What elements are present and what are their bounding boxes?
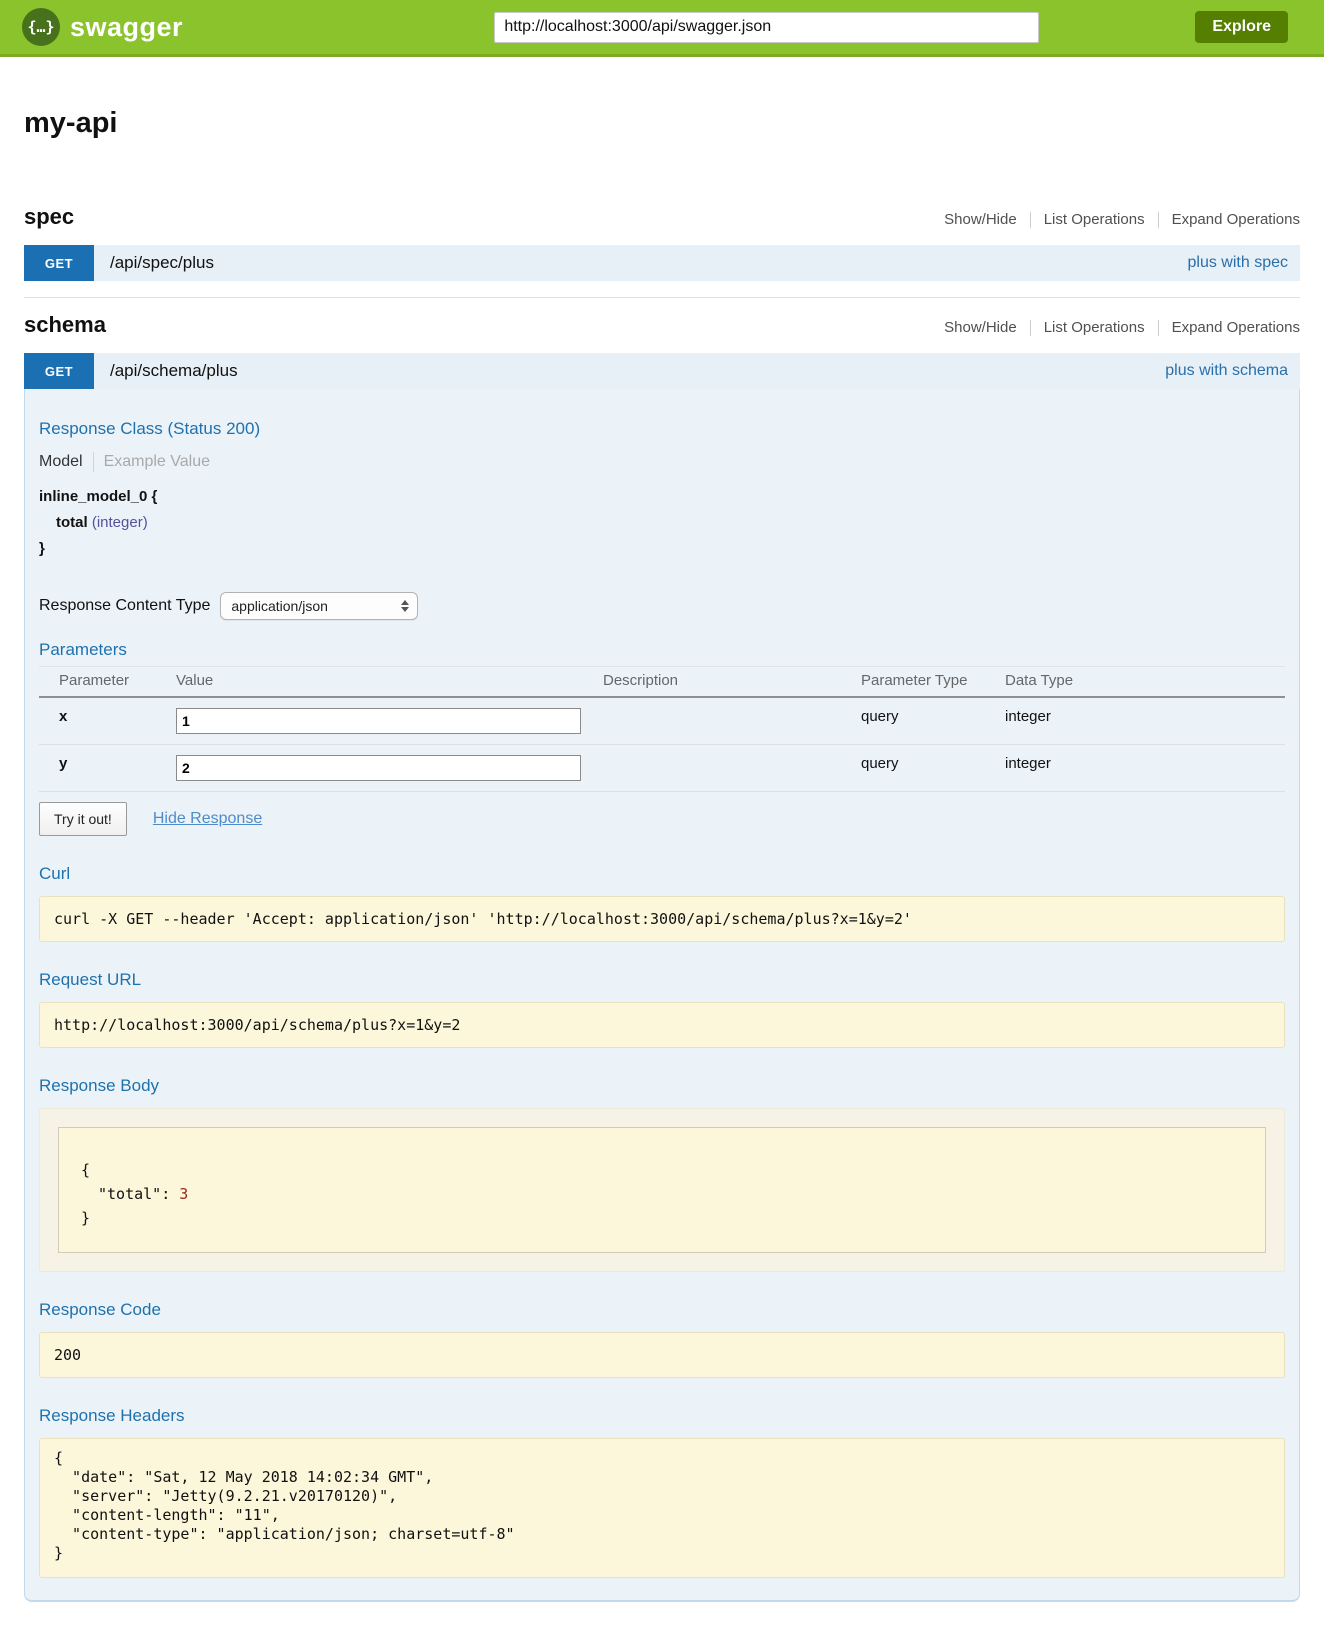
response-content-type-row: Response Content Type application/json: [39, 592, 1285, 620]
endpoint-summary-link[interactable]: plus with spec: [1188, 254, 1289, 272]
parameters-table: Parameter Value Description Parameter Ty…: [39, 666, 1285, 792]
tab-model[interactable]: Model: [39, 453, 83, 471]
endpoint-row-schema: GET /api/schema/plus plus with schema: [24, 353, 1300, 389]
section-divider: [24, 297, 1300, 298]
select-arrows-icon: [401, 600, 409, 612]
param-description: [603, 697, 861, 745]
separator: [1030, 320, 1031, 336]
expand-operations-link[interactable]: Expand Operations: [1172, 211, 1300, 228]
hide-response-link[interactable]: Hide Response: [153, 810, 262, 828]
response-code-value: 200: [39, 1332, 1285, 1378]
param-description: [603, 745, 861, 792]
curl-command: curl -X GET --header 'Accept: applicatio…: [39, 896, 1285, 942]
endpoint-path[interactable]: /api/spec/plus: [110, 253, 214, 273]
response-class-heading: Response Class (Status 200): [39, 419, 1285, 439]
column-header-description: Description: [603, 667, 861, 698]
model-property-name: total: [56, 514, 88, 531]
endpoint-row-spec: GET /api/spec/plus plus with spec: [24, 245, 1300, 281]
separator: [1158, 320, 1159, 336]
param-row-y: y query integer: [39, 745, 1285, 792]
param-name: x: [39, 697, 176, 745]
try-it-out-button[interactable]: Try it out!: [39, 802, 127, 836]
show-hide-link[interactable]: Show/Hide: [944, 211, 1017, 228]
api-title: my-api: [24, 107, 1300, 140]
response-body-json: { "total": 3 }: [58, 1127, 1266, 1253]
response-content-type-label: Response Content Type: [39, 597, 210, 615]
column-header-data-type: Data Type: [1005, 667, 1285, 698]
swagger-logo-icon: {…}: [22, 8, 60, 46]
api-url-input[interactable]: [494, 12, 1039, 43]
schema-section-controls: Show/Hide List Operations Expand Operati…: [944, 319, 1300, 336]
list-operations-link[interactable]: List Operations: [1044, 319, 1145, 336]
model-close-brace: }: [39, 540, 45, 557]
operation-expanded-content: Response Class (Status 200) Model Exampl…: [24, 389, 1300, 1602]
separator: [93, 452, 94, 472]
get-method-badge[interactable]: GET: [24, 353, 94, 389]
actions-row: Try it out! Hide Response: [39, 802, 1285, 836]
spec-section-header: spec Show/Hide List Operations Expand Op…: [24, 204, 1300, 230]
parameters-header-row: Parameter Value Description Parameter Ty…: [39, 667, 1285, 698]
param-data-type: integer: [1005, 745, 1285, 792]
response-body-container: { "total": 3 }: [39, 1108, 1285, 1272]
spec-section-controls: Show/Hide List Operations Expand Operati…: [944, 211, 1300, 228]
json-close-brace: }: [81, 1206, 1243, 1230]
endpoint-summary-link[interactable]: plus with schema: [1165, 362, 1288, 380]
request-url-heading: Request URL: [39, 970, 1285, 990]
tab-example-value[interactable]: Example Value: [104, 453, 210, 471]
endpoint-path[interactable]: /api/schema/plus: [110, 361, 238, 381]
separator: [1030, 212, 1031, 228]
json-open-brace: {: [81, 1158, 1243, 1182]
column-header-value: Value: [176, 667, 603, 698]
param-type: query: [861, 745, 1005, 792]
bottom-whitespace: [24, 1602, 1300, 1630]
column-header-parameter-type: Parameter Type: [861, 667, 1005, 698]
json-number-value: 3: [179, 1185, 188, 1203]
model-signature: inline_model_0 { total (integer) }: [39, 484, 1285, 562]
param-data-type: integer: [1005, 697, 1285, 745]
response-headers-json: { "date": "Sat, 12 May 2018 14:02:34 GMT…: [39, 1438, 1285, 1578]
request-url-value: http://localhost:3000/api/schema/plus?x=…: [39, 1002, 1285, 1048]
selected-content-type: application/json: [231, 598, 387, 614]
response-body-heading: Response Body: [39, 1076, 1285, 1096]
param-row-x: x query integer: [39, 697, 1285, 745]
param-value-input-x[interactable]: [176, 708, 581, 734]
curl-heading: Curl: [39, 864, 1285, 884]
parameters-heading: Parameters: [39, 640, 1285, 660]
column-header-parameter: Parameter: [39, 667, 176, 698]
param-value-input-y[interactable]: [176, 755, 581, 781]
json-total-line: "total": 3: [81, 1182, 1243, 1206]
logo-glyph: {…}: [27, 18, 54, 36]
response-content-type-select[interactable]: application/json: [220, 592, 418, 620]
schema-section-header: schema Show/Hide List Operations Expand …: [24, 312, 1300, 338]
top-header: {…} swagger Explore: [0, 0, 1324, 57]
spec-section-title[interactable]: spec: [24, 204, 74, 230]
schema-section-title[interactable]: schema: [24, 312, 106, 338]
expand-operations-link[interactable]: Expand Operations: [1172, 319, 1300, 336]
explore-button[interactable]: Explore: [1195, 11, 1288, 43]
model-tabs: Model Example Value: [39, 452, 1285, 472]
separator: [1158, 212, 1159, 228]
show-hide-link[interactable]: Show/Hide: [944, 319, 1017, 336]
get-method-badge[interactable]: GET: [24, 245, 94, 281]
model-name: inline_model_0 {: [39, 488, 157, 505]
param-type: query: [861, 697, 1005, 745]
swagger-brand-link[interactable]: {…} swagger: [22, 8, 183, 46]
json-colon: :: [161, 1185, 179, 1203]
model-property-type: (integer): [92, 514, 148, 531]
param-name: y: [39, 745, 176, 792]
json-key: "total": [98, 1185, 161, 1203]
response-code-heading: Response Code: [39, 1300, 1285, 1320]
response-headers-heading: Response Headers: [39, 1406, 1285, 1426]
brand-name: swagger: [70, 12, 183, 43]
list-operations-link[interactable]: List Operations: [1044, 211, 1145, 228]
main-content: my-api spec Show/Hide List Operations Ex…: [0, 107, 1324, 1630]
